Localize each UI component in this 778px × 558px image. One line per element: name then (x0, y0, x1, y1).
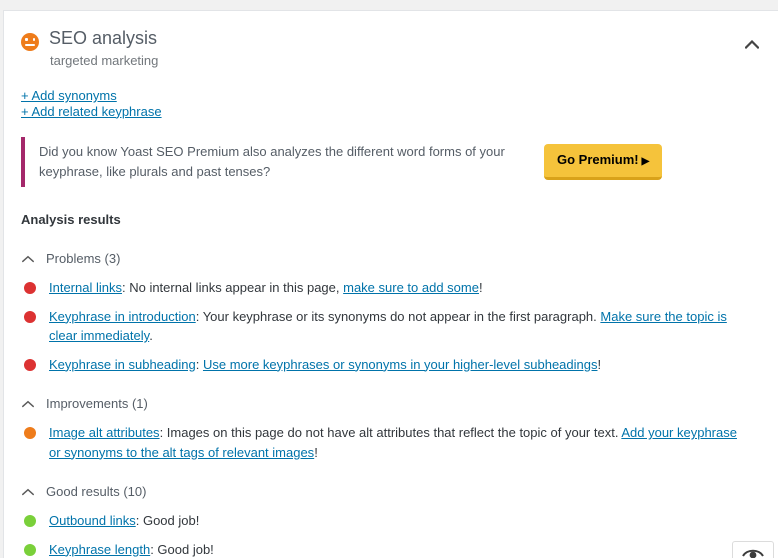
group-header-problems[interactable]: Problems (3) (21, 249, 120, 269)
premium-notice-text: Did you know Yoast SEO Premium also anal… (39, 144, 505, 179)
go-premium-button[interactable]: Go Premium! ▶ (544, 144, 663, 180)
seo-analysis-header: SEO analysis targeted marketing (21, 11, 764, 70)
analysis-results-heading: Analysis results (21, 212, 121, 227)
screen: SEO analysis targeted marketing + Add sy… (0, 0, 778, 558)
chevron-up-icon (744, 37, 760, 52)
result-list: Internal links: No internal links appear… (21, 278, 764, 374)
group-title: Problems (3) (46, 251, 121, 266)
status-bullet-ok-icon (24, 427, 36, 439)
analysis-groups: Problems (3) Internal links: No internal … (21, 249, 764, 558)
result-item: Image alt attributes: Images on this pag… (21, 423, 764, 462)
result-term-link[interactable]: Keyphrase in subheading (49, 357, 196, 372)
status-bullet-good-icon (24, 515, 36, 527)
status-bullet-good-icon (24, 543, 36, 556)
result-action-link[interactable]: Use more keyphrases or synonyms in your … (203, 357, 598, 372)
result-text: Keyphrase length: Good job! (49, 541, 214, 557)
result-term-link[interactable]: Image alt attributes (49, 425, 160, 440)
group-title: Improvements (1) (46, 396, 148, 411)
page-title: SEO analysis (49, 28, 158, 48)
result-item: Outbound links: Good job! (21, 511, 764, 531)
seo-score-ok-face-icon (21, 33, 39, 51)
go-premium-label: Go Premium! (557, 152, 639, 167)
result-action-link[interactable]: make sure to add some (343, 280, 479, 295)
result-item: Keyphrase in introduction: Your keyphras… (21, 307, 764, 346)
result-term-link[interactable]: Outbound links (49, 513, 136, 528)
result-item: Internal links: No internal links appear… (21, 278, 764, 298)
premium-upsell-notice: Did you know Yoast SEO Premium also anal… (21, 137, 764, 187)
seo-analysis-panel: SEO analysis targeted marketing + Add sy… (3, 10, 778, 558)
result-text: Keyphrase in introduction: Your keyphras… (49, 308, 727, 344)
status-bullet-bad-icon (24, 310, 36, 323)
group-header-improvements[interactable]: Improvements (1) (21, 394, 148, 414)
result-text: Image alt attributes: Images on this pag… (49, 425, 737, 460)
chevron-up-icon (21, 252, 35, 266)
result-list: Image alt attributes: Images on this pag… (21, 423, 764, 462)
result-group-problems: Problems (3) Internal links: No internal … (21, 249, 764, 374)
result-list: Outbound links: Good job! Keyphrase lengt… (21, 511, 764, 558)
add-related-keyphrase-link[interactable]: + Add related keyphrase (21, 104, 162, 120)
result-item: Keyphrase in subheading: Use more keyphr… (21, 355, 764, 375)
eye-icon-button[interactable] (732, 541, 774, 558)
status-bullet-bad-icon (24, 282, 36, 294)
result-text: Internal links: No internal links appear… (49, 280, 483, 295)
result-item: Keyphrase length: Good job! (21, 540, 764, 558)
result-term-link[interactable]: Keyphrase length (49, 542, 150, 557)
chevron-up-icon (21, 397, 35, 411)
eye-icon (742, 547, 764, 558)
keyphrase-subtitle: targeted marketing (50, 53, 159, 68)
collapse-panel-button[interactable] (741, 33, 763, 55)
group-header-good-results[interactable]: Good results (10) (21, 482, 146, 502)
chevron-up-icon (21, 485, 35, 499)
result-term-link[interactable]: Internal links (49, 280, 122, 295)
caret-right-icon: ▶ (641, 156, 650, 167)
result-text: Outbound links: Good job! (49, 513, 200, 528)
group-title: Good results (10) (46, 484, 147, 499)
result-group-good-results: Good results (10) Outbound links: Good jo… (21, 482, 764, 558)
result-group-improvements: Improvements (1) Image alt attributes: Im… (21, 394, 764, 462)
result-text: Keyphrase in subheading: Use more keyphr… (49, 356, 602, 372)
status-bullet-bad-icon (24, 358, 36, 371)
result-term-link[interactable]: Keyphrase in introduction (49, 309, 196, 324)
add-links-group: + Add synonyms + Add related keyphrase (21, 88, 764, 119)
add-synonyms-link[interactable]: + Add synonyms (21, 88, 117, 104)
